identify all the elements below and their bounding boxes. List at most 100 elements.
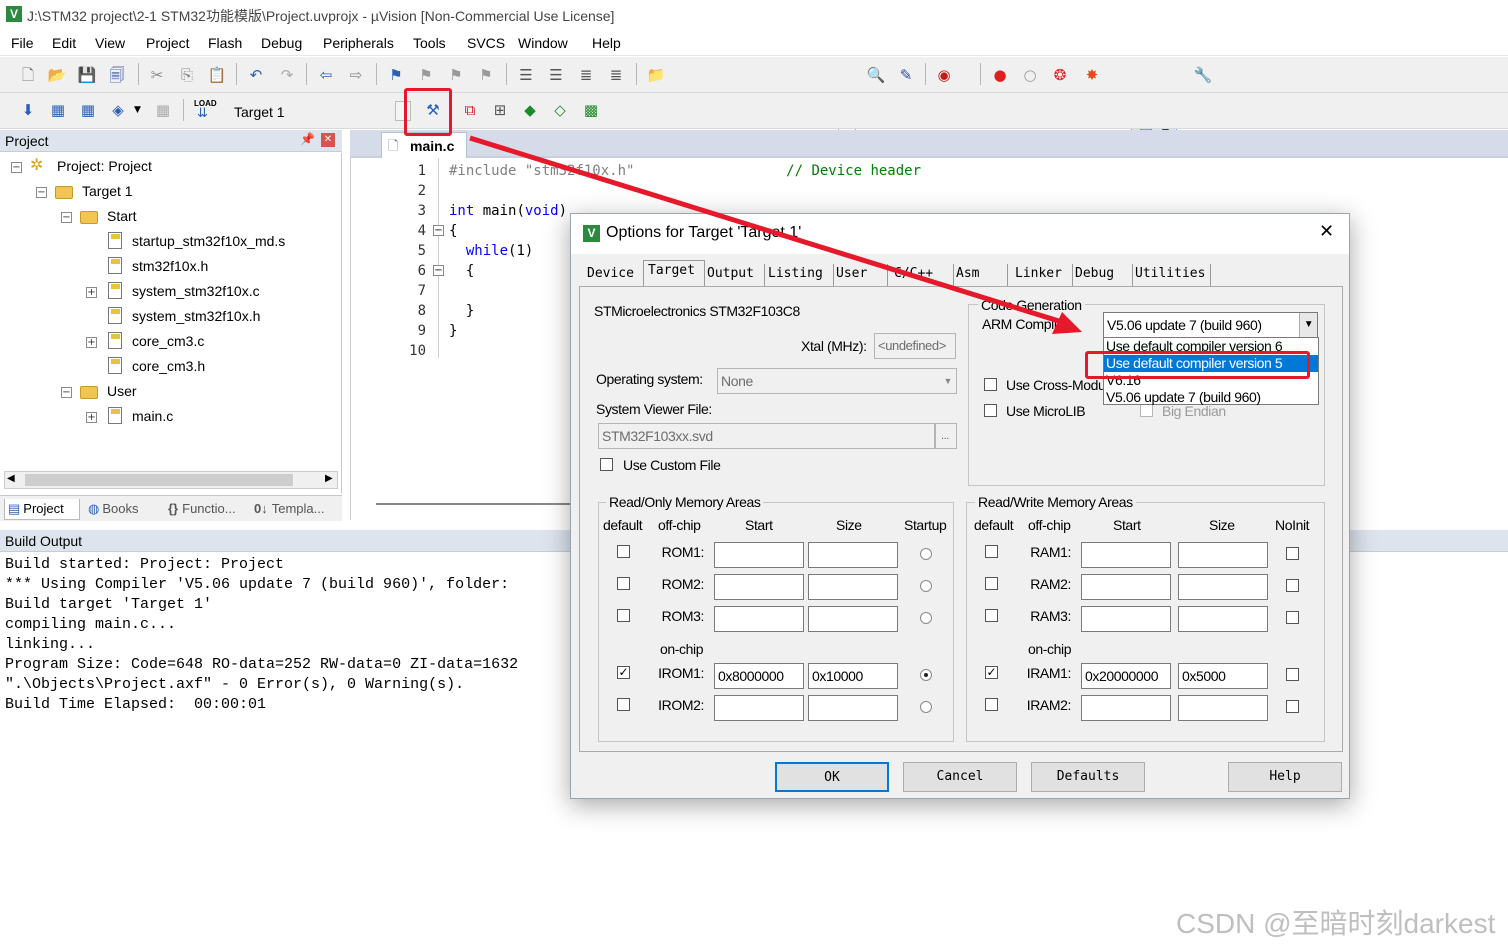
run-time-env-icon[interactable]: ▩ bbox=[581, 100, 601, 120]
cross-module-checkbox[interactable] bbox=[984, 378, 997, 391]
rw-noinit-checkbox[interactable] bbox=[1286, 547, 1299, 560]
scroll-right-icon[interactable]: ▶ bbox=[325, 473, 333, 484]
tab-listing[interactable]: Listing bbox=[768, 264, 834, 286]
close-panel-icon[interactable]: ✕ bbox=[321, 133, 335, 147]
tree-item-file[interactable]: startup_stm32f10x_md.s bbox=[132, 233, 285, 249]
target-select[interactable]: Target 1 bbox=[234, 104, 285, 120]
scroll-left-icon[interactable]: ◀ bbox=[7, 473, 15, 484]
ro-default-checkbox[interactable]: ✓ bbox=[617, 666, 630, 679]
ro-default-checkbox[interactable] bbox=[617, 698, 630, 711]
expand-toggle[interactable]: − bbox=[11, 162, 22, 173]
disable-breakpoint-icon[interactable]: ○ bbox=[1020, 65, 1040, 85]
clear-breakpoints-icon[interactable]: ❂ bbox=[1050, 65, 1070, 85]
ok-button[interactable]: OK bbox=[775, 762, 889, 792]
find-in-files-icon[interactable]: 📁 bbox=[646, 65, 666, 85]
file-extensions-icon[interactable]: ⊞ bbox=[490, 100, 510, 120]
use-custom-file-checkbox[interactable] bbox=[600, 458, 613, 471]
rw-default-checkbox[interactable] bbox=[985, 577, 998, 590]
system-viewer-browse-button[interactable]: ... bbox=[935, 423, 957, 449]
ro-start-input[interactable] bbox=[714, 695, 804, 721]
unindent-icon[interactable]: ☰ bbox=[546, 65, 566, 85]
defaults-button[interactable]: Defaults bbox=[1031, 762, 1145, 792]
ro-size-input[interactable] bbox=[808, 542, 898, 568]
menu-view[interactable]: View bbox=[95, 35, 125, 51]
close-icon[interactable]: ✕ bbox=[1319, 221, 1334, 242]
select-pack-icon[interactable]: ◆ bbox=[520, 100, 540, 120]
ro-startup-radio[interactable] bbox=[920, 669, 932, 681]
tree-item-file[interactable]: core_cm3.c bbox=[132, 333, 204, 349]
nav-back-icon[interactable]: ⇦ bbox=[316, 65, 336, 85]
expand-toggle[interactable]: − bbox=[36, 187, 47, 198]
rw-start-input[interactable]: 0x20000000 bbox=[1081, 663, 1171, 689]
find-icon[interactable]: 🔍 bbox=[866, 65, 886, 85]
rw-default-checkbox[interactable] bbox=[985, 545, 998, 558]
menu-svcs[interactable]: SVCS bbox=[467, 35, 505, 51]
menu-peripherals[interactable]: Peripherals bbox=[323, 35, 394, 51]
pack-installer-icon[interactable]: ◇ bbox=[550, 100, 570, 120]
ro-startup-radio[interactable] bbox=[920, 701, 932, 713]
tree-item-target[interactable]: Target 1 bbox=[82, 183, 133, 199]
debug-session-icon[interactable]: ◉ bbox=[934, 65, 954, 85]
ro-size-input[interactable] bbox=[808, 606, 898, 632]
tab-templates[interactable]: 0↓ Templa... bbox=[254, 499, 324, 520]
save-all-icon[interactable]: 🗐 bbox=[107, 65, 127, 85]
rw-start-input[interactable] bbox=[1081, 695, 1171, 721]
ro-start-input[interactable] bbox=[714, 542, 804, 568]
ro-size-input[interactable] bbox=[808, 574, 898, 600]
comment-icon[interactable]: ≣ bbox=[576, 65, 596, 85]
editor-horizontal-scrollbar[interactable] bbox=[376, 503, 576, 505]
download-button[interactable]: LOAD ⇊ bbox=[193, 99, 217, 121]
rw-noinit-checkbox[interactable] bbox=[1286, 611, 1299, 624]
tab-target[interactable]: Target bbox=[643, 260, 705, 286]
cut-icon[interactable]: ✂ bbox=[147, 65, 167, 85]
redo-icon[interactable]: ↷ bbox=[277, 65, 297, 85]
tab-device[interactable]: Device bbox=[587, 264, 645, 286]
expand-toggle[interactable]: − bbox=[61, 212, 72, 223]
save-icon[interactable]: 💾 bbox=[77, 65, 97, 85]
batch-build-icon[interactable]: ◈ bbox=[108, 100, 128, 120]
rw-default-checkbox[interactable] bbox=[985, 698, 998, 711]
ro-default-checkbox[interactable] bbox=[617, 609, 630, 622]
ro-size-input[interactable]: 0x10000 bbox=[808, 663, 898, 689]
menu-window[interactable]: Window bbox=[518, 35, 568, 51]
tree-item-file[interactable]: core_cm3.h bbox=[132, 358, 205, 374]
ro-startup-radio[interactable] bbox=[920, 612, 932, 624]
paste-icon[interactable]: 📋 bbox=[207, 65, 227, 85]
tree-item-file[interactable]: stm32f10x.h bbox=[132, 258, 208, 274]
tree-item-project[interactable]: Project: Project bbox=[57, 158, 152, 174]
new-file-icon[interactable]: 🗋 bbox=[18, 65, 38, 85]
rw-size-input[interactable] bbox=[1178, 574, 1268, 600]
configure-icon[interactable]: 🔧 bbox=[1193, 65, 1213, 85]
tree-item-file[interactable]: main.c bbox=[132, 408, 173, 424]
menu-tools[interactable]: Tools bbox=[413, 35, 446, 51]
tab-cpp[interactable]: C/C++ bbox=[894, 264, 954, 286]
rw-size-input[interactable] bbox=[1178, 606, 1268, 632]
tree-item-user-group[interactable]: User bbox=[107, 383, 137, 399]
scrollbar-thumb[interactable] bbox=[25, 474, 293, 486]
incremental-find-icon[interactable]: ✎ bbox=[896, 65, 916, 85]
ro-default-checkbox[interactable] bbox=[617, 577, 630, 590]
xtal-input[interactable]: <undefined> bbox=[874, 333, 956, 359]
rw-start-input[interactable] bbox=[1081, 606, 1171, 632]
tree-horizontal-scrollbar[interactable]: ◀ ▶ bbox=[4, 471, 338, 489]
translate-icon[interactable]: ⬇ bbox=[18, 100, 38, 120]
tab-books[interactable]: ◍ Books bbox=[88, 499, 138, 520]
expand-toggle[interactable]: + bbox=[86, 412, 97, 423]
ro-startup-radio[interactable] bbox=[920, 548, 932, 560]
ro-start-input[interactable]: 0x8000000 bbox=[714, 663, 804, 689]
rw-noinit-checkbox[interactable] bbox=[1286, 668, 1299, 681]
tree-item-file[interactable]: system_stm32f10x.h bbox=[132, 308, 260, 324]
rw-default-checkbox[interactable] bbox=[985, 609, 998, 622]
os-select[interactable]: None ▼ bbox=[717, 368, 957, 394]
menu-flash[interactable]: Flash bbox=[208, 35, 242, 51]
rebuild-icon[interactable]: ▦ bbox=[78, 100, 98, 120]
copy-icon[interactable]: ⎘ bbox=[177, 65, 197, 85]
cancel-button[interactable]: Cancel bbox=[903, 762, 1017, 792]
clear-bookmarks-icon[interactable]: ⚑ bbox=[476, 65, 496, 85]
compiler-select[interactable]: V5.06 update 7 (build 960) ▼ bbox=[1103, 312, 1318, 338]
indent-icon[interactable]: ☰ bbox=[516, 65, 536, 85]
rw-start-input[interactable] bbox=[1081, 574, 1171, 600]
prev-bookmark-icon[interactable]: ⚑ bbox=[416, 65, 436, 85]
microlib-checkbox[interactable] bbox=[984, 404, 997, 417]
kill-breakpoints-icon[interactable]: ✸ bbox=[1082, 65, 1102, 85]
